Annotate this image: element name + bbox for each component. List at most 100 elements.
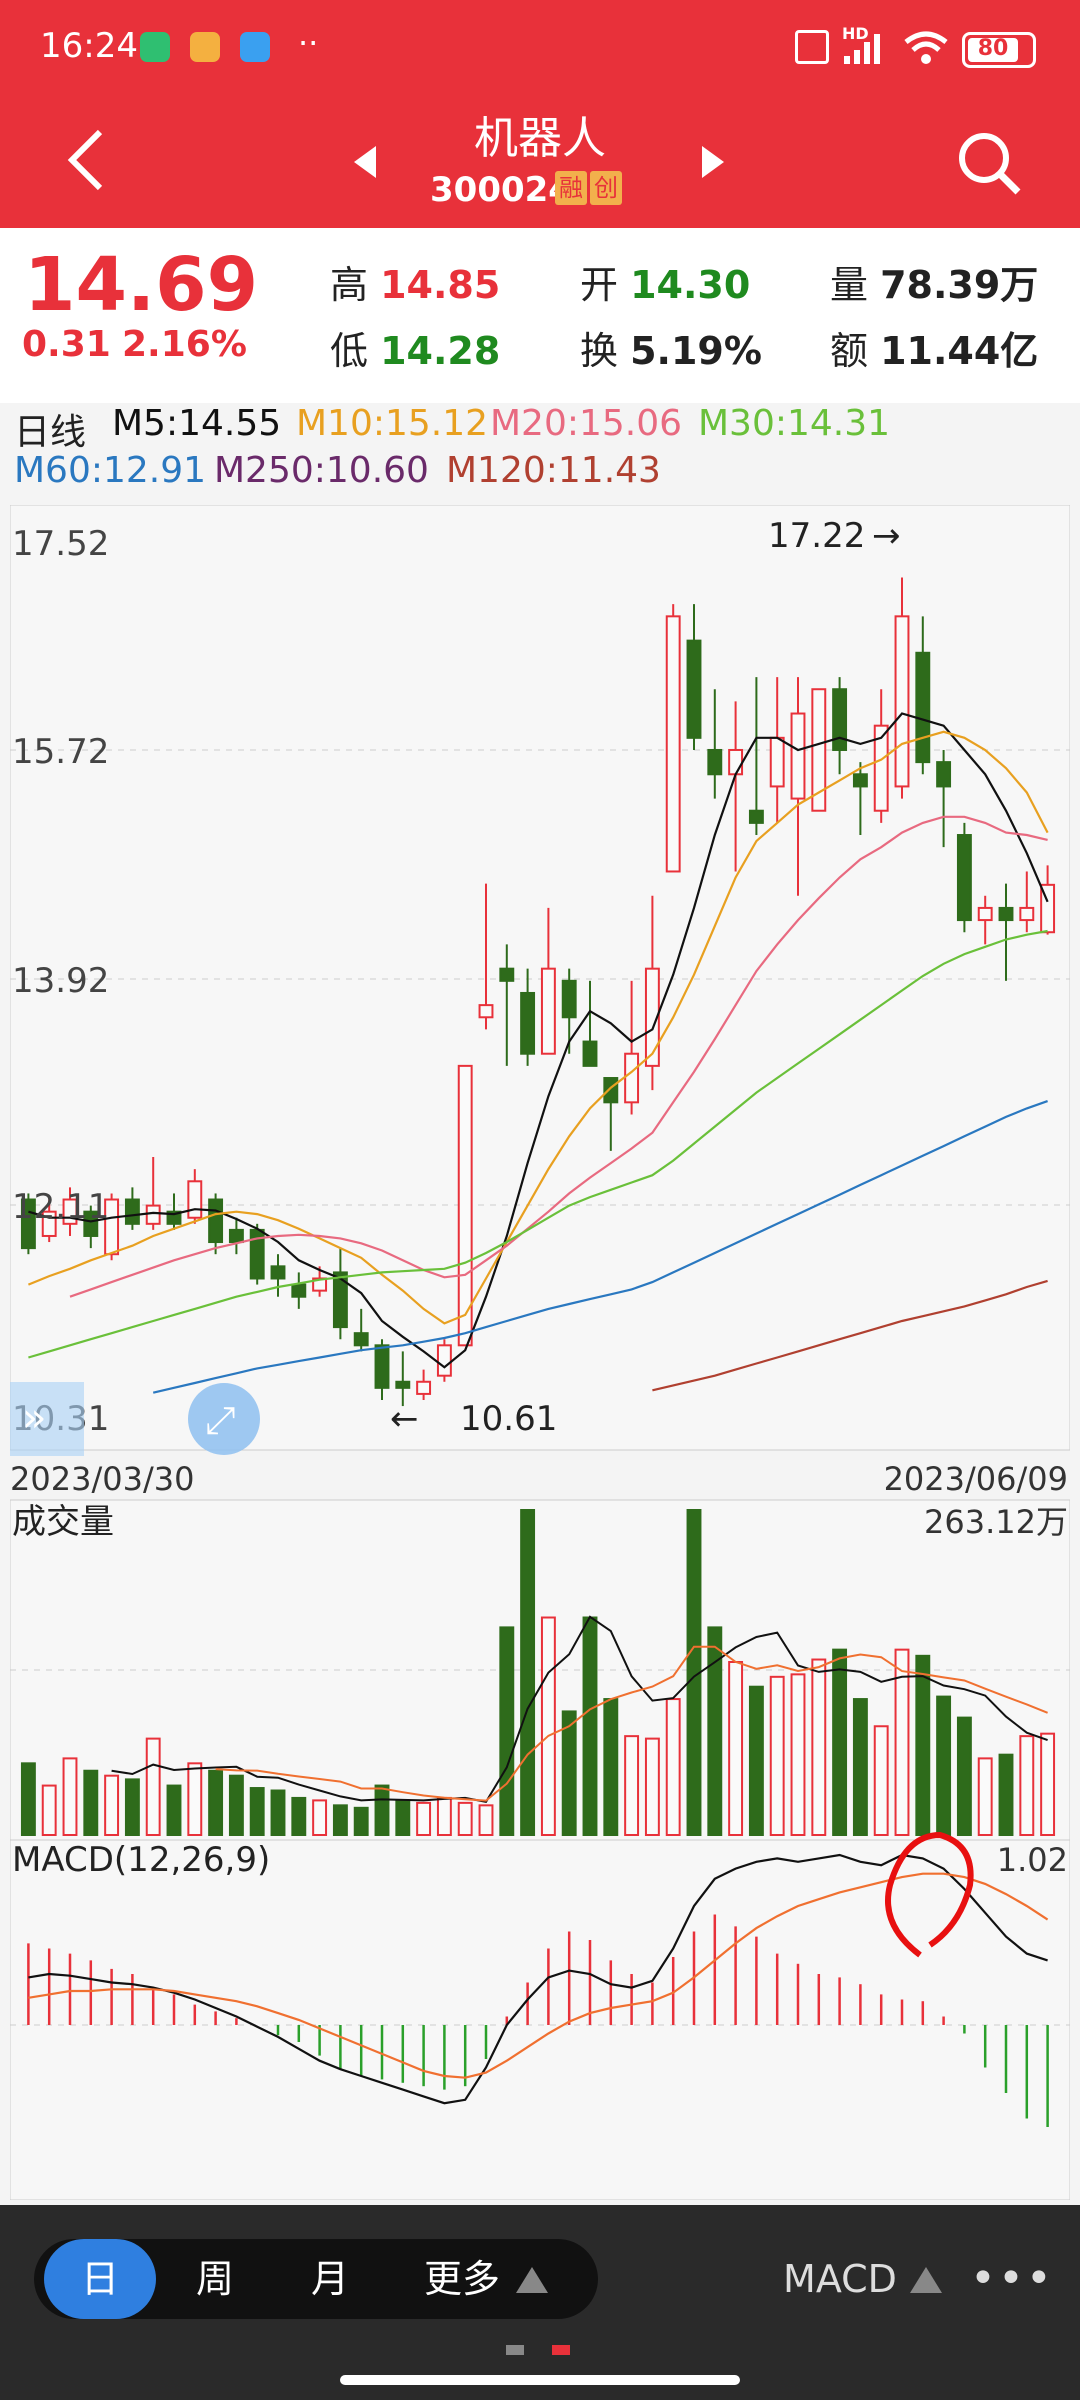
amount-value: 11.44亿 xyxy=(880,329,1039,373)
volume-bar-2 xyxy=(62,1757,78,1836)
amount-label: 额 xyxy=(830,329,869,373)
low-marker-arrow: ← xyxy=(390,1399,419,1439)
stock-code: 300024 xyxy=(430,170,572,210)
turnover-value: 5.19% xyxy=(630,329,762,373)
status-bar: 16:24 ·· HD 80 xyxy=(0,0,1080,96)
candle-body-13 xyxy=(291,1283,307,1298)
volume-bar-49 xyxy=(1040,1732,1056,1836)
ma250-label: M250:10.60 xyxy=(214,450,429,491)
volume-bar-10 xyxy=(228,1774,244,1837)
volume-bar-38 xyxy=(811,1658,827,1836)
ma-legend: 日线 M5:14.55 M10:15.12 M20:15.06 M30:14.3… xyxy=(0,403,1080,503)
volume-bar-18 xyxy=(395,1799,411,1837)
tab-more[interactable]: 更多 xyxy=(412,2239,512,2319)
indicator-select[interactable]: MACD xyxy=(780,2239,900,2319)
volume-bar-23 xyxy=(499,1626,515,1836)
low-value: 14.28 xyxy=(380,329,501,373)
price-axis-label-2: 13.92 xyxy=(12,961,109,1001)
price-change-pct: 2.16% xyxy=(122,324,247,365)
candle-body-29 xyxy=(624,1052,640,1104)
candle-body-28 xyxy=(603,1077,619,1104)
volume-bar-24 xyxy=(520,1509,536,1836)
double-chevron-icon: » xyxy=(22,1395,46,1441)
candle-body-24 xyxy=(520,991,536,1055)
low-marker-label: 10.61 xyxy=(460,1399,557,1439)
volume-bar-11 xyxy=(249,1787,265,1837)
volume-bar-6 xyxy=(145,1737,161,1837)
volume-bar-27 xyxy=(582,1616,598,1837)
volume-bar-17 xyxy=(374,1784,390,1836)
volume-bar-30 xyxy=(644,1737,660,1837)
last-price: 14.69 xyxy=(24,242,259,328)
volume-bar-8 xyxy=(187,1762,203,1837)
candle-body-26 xyxy=(561,979,577,1019)
volume-bar-0 xyxy=(20,1762,36,1837)
volume-bar-45 xyxy=(956,1716,972,1837)
volume-bar-20 xyxy=(436,1796,452,1836)
volume-bar-43 xyxy=(915,1654,931,1837)
wifi-icon xyxy=(904,31,948,64)
open-label: 开 xyxy=(580,263,619,307)
volume-bar-21 xyxy=(457,1801,473,1837)
volume-row: 量 78.39万 xyxy=(830,254,1038,309)
candle-body-32 xyxy=(686,639,702,739)
next-stock-icon[interactable] xyxy=(700,144,726,180)
cloud-icon xyxy=(240,32,270,62)
high-value: 14.85 xyxy=(380,263,501,307)
volume-bar-16 xyxy=(353,1806,369,1837)
macd-panel xyxy=(10,1839,1070,2200)
volume-bar-47 xyxy=(998,1753,1014,1836)
volume-bar-44 xyxy=(936,1695,952,1836)
more-triangle-icon[interactable] xyxy=(514,2265,550,2295)
volume-bar-5 xyxy=(124,1778,140,1836)
nfc-icon xyxy=(795,30,829,64)
gem-tag: 创 xyxy=(590,171,622,205)
volume-bar-22 xyxy=(478,1804,494,1836)
candle-body-35 xyxy=(748,809,764,824)
ma30-label: M30:14.31 xyxy=(698,403,891,444)
candle-body-34 xyxy=(728,748,744,776)
top-header: 16:24 ·· HD 80 机器人 300024 融 创 xyxy=(0,0,1080,228)
volume-bar-48 xyxy=(1019,1735,1035,1836)
tab-week[interactable]: 周 xyxy=(170,2239,260,2319)
price-axis-label-3: 12.11 xyxy=(12,1187,109,1227)
expand-icon: ⤢ xyxy=(205,1398,235,1442)
candle-body-31 xyxy=(665,615,681,873)
price-axis-label-0: 17.52 xyxy=(12,524,109,564)
volume-bar-13 xyxy=(291,1796,307,1836)
period-label[interactable]: 日线 xyxy=(14,403,86,455)
tab-day[interactable]: 日 xyxy=(44,2239,156,2319)
high-row: 高 14.85 xyxy=(330,254,500,309)
battery-icon: 80 xyxy=(962,32,1036,68)
candle-body-45 xyxy=(956,834,972,922)
volume-bar-39 xyxy=(832,1648,848,1837)
home-indicator[interactable] xyxy=(340,2375,740,2385)
price-change: 0.31 xyxy=(22,324,111,365)
volume-bar-9 xyxy=(208,1769,224,1837)
indicator-triangle-icon[interactable] xyxy=(908,2265,944,2295)
notes-icon xyxy=(190,32,220,62)
price-axis-label-1: 15.72 xyxy=(12,732,109,772)
candle-body-47 xyxy=(998,906,1014,922)
tab-month[interactable]: 月 xyxy=(285,2239,375,2319)
low-row: 低 14.28 xyxy=(330,320,500,375)
candle-body-5 xyxy=(124,1198,140,1225)
open-value: 14.30 xyxy=(630,263,751,307)
volume-bar-4 xyxy=(104,1774,120,1837)
ma120-label: M120:11.43 xyxy=(446,450,661,491)
volume-bar-3 xyxy=(83,1769,99,1837)
more-options-icon[interactable]: ••• xyxy=(970,2239,1052,2319)
ma20-label: M20:15.06 xyxy=(490,403,683,444)
candle-body-23 xyxy=(499,967,515,982)
search-icon[interactable] xyxy=(954,128,1024,198)
volume-bar-35 xyxy=(748,1685,764,1837)
volume-bar-14 xyxy=(312,1799,328,1837)
volume-bar-19 xyxy=(416,1801,432,1837)
page-dot xyxy=(506,2345,524,2355)
candle-body-27 xyxy=(582,1040,598,1067)
volume-bar-29 xyxy=(624,1735,640,1836)
stock-chart[interactable]: 17.52 15.72 13.92 12.11 10.31 17.22 → ← … xyxy=(10,505,1070,2200)
candle-body-40 xyxy=(852,773,868,788)
candle-body-46 xyxy=(977,906,993,922)
volume-bar-46 xyxy=(977,1757,993,1836)
